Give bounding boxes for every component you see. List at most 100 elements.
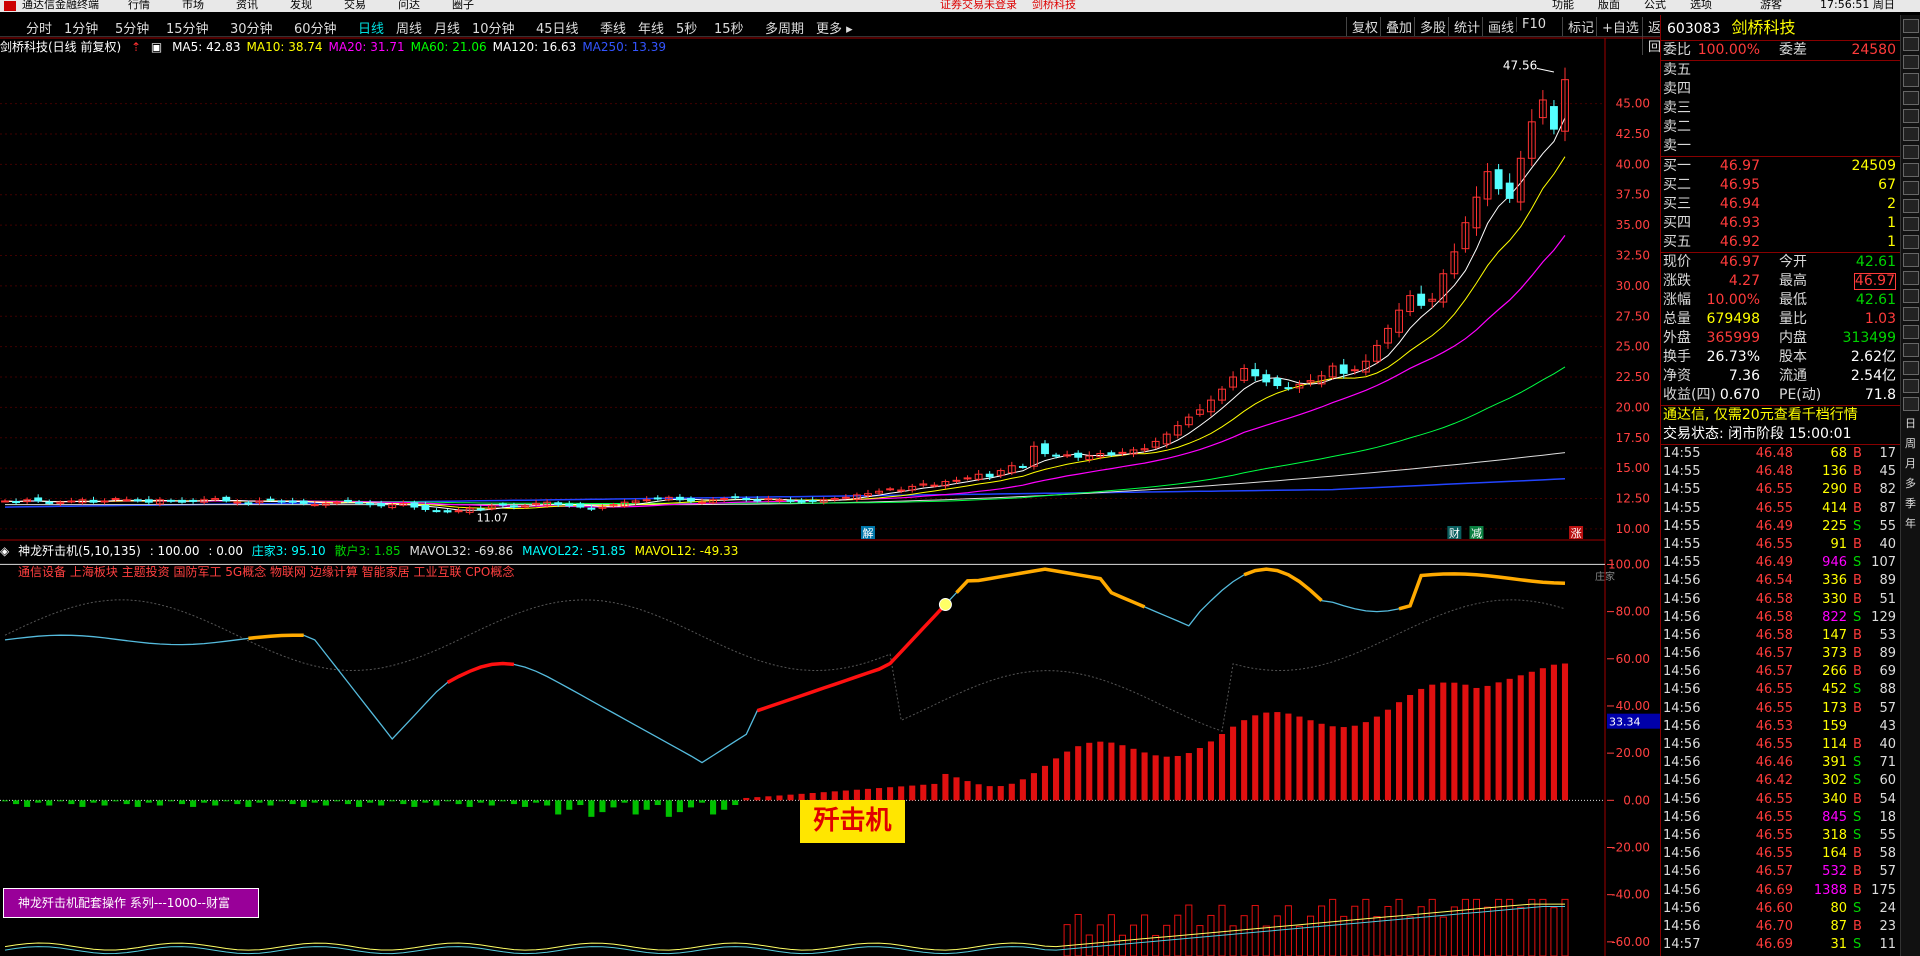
- histogram-bar: [533, 800, 540, 803]
- buy-row-4[interactable]: 买五 46.92 1: [1661, 233, 1900, 252]
- tick-side: B: [1853, 573, 1862, 589]
- buy-row-1[interactable]: 买二 46.95 67: [1661, 176, 1900, 195]
- histogram-bar: [665, 800, 672, 817]
- tool-square-icon[interactable]: [1903, 307, 1919, 321]
- tick-price: 46.55: [1755, 846, 1793, 862]
- tool-square-icon[interactable]: [1903, 253, 1919, 267]
- histogram-bar: [1296, 716, 1303, 801]
- y-tick-label: 10.00: [1616, 522, 1650, 536]
- volume-bar: [1351, 905, 1359, 956]
- sell-row-0[interactable]: 卖五: [1661, 61, 1900, 80]
- candle-body: [1041, 443, 1049, 455]
- tick-side: B: [1853, 446, 1862, 461]
- histogram-bar: [610, 800, 617, 808]
- histogram-bar: [278, 800, 285, 802]
- tick-count: 89: [1879, 646, 1896, 662]
- period-shortcut[interactable]: 日: [1901, 415, 1920, 431]
- histogram-bar: [245, 800, 252, 807]
- volume-bar: [1141, 914, 1149, 956]
- tick-price: 46.69: [1755, 882, 1793, 898]
- buy-row-3[interactable]: 买四 46.93 1: [1661, 214, 1900, 233]
- tool-square-icon[interactable]: [1903, 73, 1919, 87]
- tool-square-icon[interactable]: [1903, 289, 1919, 303]
- volume-bar: [1318, 905, 1326, 956]
- candle-body: [797, 499, 806, 503]
- tool-square-icon[interactable]: [1903, 271, 1919, 285]
- y-tick-label: 45.00: [1616, 97, 1650, 111]
- period-shortcut[interactable]: 季: [1901, 495, 1920, 511]
- promo-box[interactable]: 神龙歼击机配套操作 系列---1000--财富: [3, 888, 259, 918]
- tick-side: S: [1853, 827, 1862, 843]
- sell-row-4[interactable]: 卖一: [1661, 137, 1900, 156]
- tool-square-icon[interactable]: [1903, 91, 1919, 105]
- tool-square-icon[interactable]: [1903, 397, 1919, 411]
- tool-square-icon[interactable]: [1903, 361, 1919, 375]
- histogram-bar: [389, 800, 396, 802]
- tool-square-icon[interactable]: [1903, 181, 1919, 195]
- indicator-y-tick: 40.00: [1616, 699, 1650, 713]
- y-tick-label: 22.50: [1616, 370, 1650, 384]
- histogram-bar: [953, 777, 960, 801]
- candle-body: [930, 484, 939, 487]
- indicator-y-tick: -60.00: [1611, 935, 1650, 949]
- period-shortcut[interactable]: 周: [1901, 435, 1920, 451]
- tool-square-icon[interactable]: [1903, 379, 1919, 393]
- histogram-bar: [1218, 734, 1226, 801]
- tick-side: B: [1853, 864, 1862, 880]
- histogram-bar: [898, 786, 905, 801]
- tick-volume: 302: [1822, 773, 1847, 789]
- sell-row-2[interactable]: 卖三: [1661, 99, 1900, 118]
- tool-square-icon[interactable]: [1903, 235, 1919, 249]
- volume-bar: [1185, 904, 1193, 956]
- buy-row-2[interactable]: 买三 46.94 2: [1661, 195, 1900, 214]
- stat-row-2: 涨幅 10.00% 最低 42.61: [1661, 291, 1900, 310]
- stat-value-2: 71.8: [1864, 387, 1896, 403]
- sell-book: 卖五 卖四 卖三 卖二 卖一: [1661, 61, 1900, 156]
- stat-value-2: 42.61: [1855, 254, 1896, 270]
- period-shortcut[interactable]: 年: [1901, 515, 1920, 531]
- tick-time: 14:56: [1663, 664, 1701, 680]
- tick-volume: 1388: [1813, 882, 1847, 898]
- tool-square-icon[interactable]: [1903, 55, 1919, 69]
- tool-square-icon[interactable]: [1903, 343, 1919, 357]
- tool-square-icon[interactable]: [1903, 145, 1919, 159]
- tool-square-icon[interactable]: [1903, 163, 1919, 177]
- tool-square-icon[interactable]: [1903, 217, 1919, 231]
- tick-volume: 414: [1822, 500, 1847, 516]
- candle-body: [277, 500, 286, 503]
- menu-xuanxiang[interactable]: 选项: [1690, 0, 1712, 10]
- volume-bar: [1273, 915, 1281, 956]
- tool-square-icon[interactable]: [1903, 37, 1919, 51]
- tool-square-icon[interactable]: [1903, 127, 1919, 141]
- tick-row: 14:55 46.48 68 B 17: [1661, 445, 1900, 463]
- tick-count: 24: [1879, 900, 1896, 916]
- volume-bar: [1251, 905, 1259, 956]
- tick-side: B: [1853, 846, 1862, 862]
- candle-body: [1118, 451, 1127, 454]
- tick-count: 55: [1879, 827, 1896, 843]
- orange-segment: [248, 633, 304, 641]
- sell-row-3[interactable]: 卖二: [1661, 118, 1900, 137]
- tick-count: 43: [1879, 718, 1896, 734]
- tick-time: 14:56: [1663, 627, 1701, 643]
- tool-square-icon[interactable]: [1903, 199, 1919, 213]
- tick-time: 14:55: [1663, 536, 1701, 552]
- candle-body: [565, 503, 574, 507]
- tick-side: S: [1853, 773, 1862, 789]
- tick-count: 60: [1879, 773, 1896, 789]
- candle-body: [720, 498, 729, 501]
- histogram-bar: [79, 800, 86, 807]
- depth-promo[interactable]: 通达信, 仅需20元查看千档行情: [1661, 406, 1900, 425]
- period-shortcut[interactable]: 多: [1901, 475, 1920, 491]
- menu-user[interactable]: 游客: [1760, 0, 1782, 10]
- candle-body: [1052, 454, 1060, 457]
- buy-volume: 24509: [1851, 158, 1896, 174]
- buy-row-0[interactable]: 买一 46.97 24509: [1661, 157, 1900, 176]
- sell-row-1[interactable]: 卖四: [1661, 80, 1900, 99]
- tool-square-icon[interactable]: [1903, 325, 1919, 339]
- tool-square-icon[interactable]: [1903, 19, 1919, 33]
- tool-square-icon[interactable]: [1903, 109, 1919, 123]
- tick-list[interactable]: 14:55 46.48 68 B 17 14:55 46.48 136 B 45 14:55 46.5…: [1661, 445, 1900, 954]
- tick-row: 14:56 46.55 173 B 57: [1661, 700, 1900, 718]
- period-shortcut[interactable]: 月: [1901, 455, 1920, 471]
